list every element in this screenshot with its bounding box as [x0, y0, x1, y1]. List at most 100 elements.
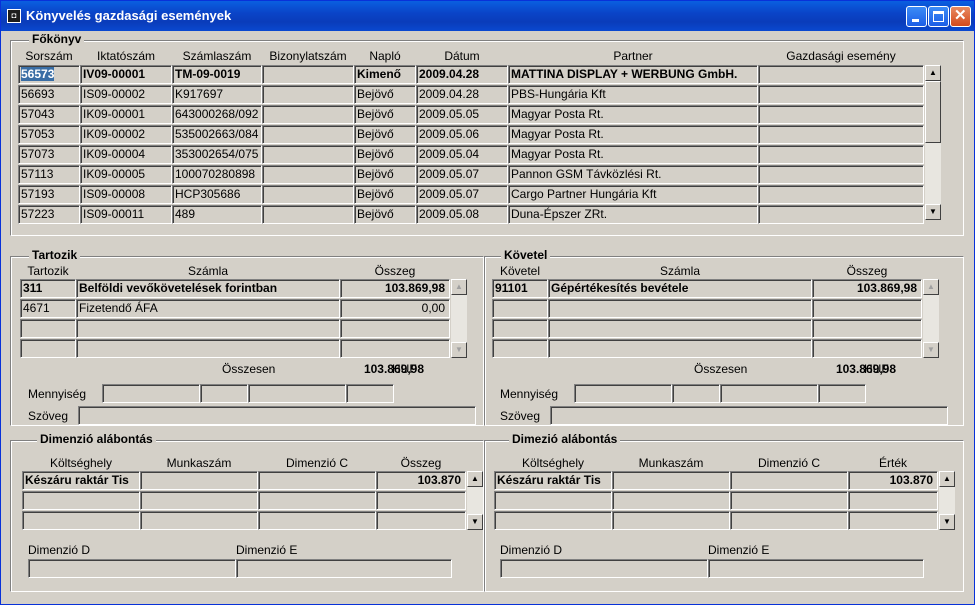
- scroll-down-icon[interactable]: ▼: [939, 514, 955, 530]
- tartozik-scrollbar[interactable]: ▲ ▼: [450, 279, 467, 358]
- kovetel-cell-osszeg[interactable]: [812, 339, 922, 358]
- fokonyv-cell-esemeny[interactable]: [758, 125, 924, 144]
- dim_right-cell-ertek[interactable]: [848, 511, 938, 530]
- fokonyv-cell-bizonylat[interactable]: [262, 125, 354, 144]
- fokonyv-cell-naplo[interactable]: Bejövő: [354, 85, 416, 104]
- fokonyv-cell-naplo[interactable]: Bejövő: [354, 165, 416, 184]
- fokonyv-cell-datum[interactable]: 2009.05.07: [416, 185, 508, 204]
- dim_left-cell-koltseghely[interactable]: [22, 491, 140, 510]
- close-button[interactable]: ✕: [950, 6, 971, 27]
- tartozik-cell-kod[interactable]: 4671: [20, 299, 76, 318]
- maximize-button[interactable]: [928, 6, 949, 27]
- fokonyv-cell-bizonylat[interactable]: [262, 185, 354, 204]
- tartozik-cell-kod[interactable]: [20, 339, 76, 358]
- oracle-forms-icon[interactable]: ◘: [7, 9, 21, 23]
- tartozik-cell-osszeg[interactable]: 103.869,98: [340, 279, 450, 298]
- fokonyv-cell-naplo[interactable]: Kimenő: [354, 65, 416, 84]
- fokonyv-cell-partner[interactable]: Magyar Posta Rt.: [508, 105, 758, 124]
- fokonyv-cell-esemeny[interactable]: [758, 65, 924, 84]
- kovetel-cell-szamla[interactable]: [548, 339, 812, 358]
- fokonyv-cell-partner[interactable]: Magyar Posta Rt.: [508, 145, 758, 164]
- fokonyv-cell-datum[interactable]: 2009.05.04: [416, 145, 508, 164]
- kovetel-cell-kod[interactable]: [492, 319, 548, 338]
- tartozik-mennyiseg-field[interactable]: [102, 384, 200, 403]
- dim_left-cell-ertek[interactable]: 103.870: [376, 471, 466, 490]
- fokonyv-cell-esemeny[interactable]: [758, 205, 924, 224]
- fokonyv-cell-iktato[interactable]: IK09-00005: [80, 165, 172, 184]
- fokonyv-cell-naplo[interactable]: Bejövő: [354, 185, 416, 204]
- dim_right-cell-koltseghely[interactable]: Készáru raktár Tis: [494, 471, 612, 490]
- fokonyv-cell-bizonylat[interactable]: [262, 205, 354, 224]
- fokonyv-cell-sorszam[interactable]: 56573: [18, 65, 80, 84]
- kovetel-cell-osszeg[interactable]: 103.869,98: [812, 279, 922, 298]
- kovetel-cell-szamla[interactable]: [548, 319, 812, 338]
- fokonyv-cell-iktato[interactable]: IK09-00004: [80, 145, 172, 164]
- fokonyv-cell-partner[interactable]: Cargo Partner Hungária Kft: [508, 185, 758, 204]
- fokonyv-cell-esemeny[interactable]: [758, 165, 924, 184]
- fokonyv-cell-sorszam[interactable]: 57073: [18, 145, 80, 164]
- dim_right-cell-dimc[interactable]: [730, 471, 848, 490]
- fokonyv-cell-naplo[interactable]: Bejövő: [354, 105, 416, 124]
- scroll-up-icon[interactable]: ▲: [939, 471, 955, 487]
- fokonyv-cell-esemeny[interactable]: [758, 185, 924, 204]
- fokonyv-cell-iktato[interactable]: IK09-00001: [80, 105, 172, 124]
- dim_left-dim-e-field[interactable]: [236, 559, 452, 578]
- dim_left-cell-munkaszam[interactable]: [140, 491, 258, 510]
- scroll-down-icon[interactable]: ▼: [451, 342, 467, 358]
- scroll-up-icon[interactable]: ▲: [451, 279, 467, 295]
- fokonyv-cell-sorszam[interactable]: 57113: [18, 165, 80, 184]
- kovetel-cell-kod[interactable]: [492, 339, 548, 358]
- scroll-down-icon[interactable]: ▼: [923, 342, 939, 358]
- tartozik-szoveg-field[interactable]: [78, 406, 476, 425]
- dim_left-cell-dimc[interactable]: [258, 471, 376, 490]
- scroll-down-icon[interactable]: ▼: [467, 514, 483, 530]
- kovetel-cell-osszeg[interactable]: [812, 319, 922, 338]
- tartozik-mennyiseg-field[interactable]: [200, 384, 248, 403]
- dim_left-cell-dimc[interactable]: [258, 491, 376, 510]
- tartozik-mennyiseg-field[interactable]: [248, 384, 346, 403]
- kovetel-mennyiseg-field[interactable]: [574, 384, 672, 403]
- kovetel-cell-osszeg[interactable]: [812, 299, 922, 318]
- dim_left-cell-koltseghely[interactable]: [22, 511, 140, 530]
- fokonyv-cell-iktato[interactable]: IS09-00008: [80, 185, 172, 204]
- scroll-up-icon[interactable]: ▲: [925, 65, 941, 81]
- fokonyv-cell-iktato[interactable]: IV09-00001: [80, 65, 172, 84]
- fokonyv-cell-bizonylat[interactable]: [262, 145, 354, 164]
- fokonyv-cell-sorszam[interactable]: 57043: [18, 105, 80, 124]
- fokonyv-cell-iktato[interactable]: IK09-00002: [80, 125, 172, 144]
- tartozik-cell-szamla[interactable]: [76, 339, 340, 358]
- dim_right-cell-ertek[interactable]: 103.870: [848, 471, 938, 490]
- dim_left-cell-koltseghely[interactable]: Készáru raktár Tis: [22, 471, 140, 490]
- fokonyv-cell-partner[interactable]: MATTINA DISPLAY + WERBUNG GmbH.: [508, 65, 758, 84]
- fokonyv-cell-sorszam[interactable]: 57223: [18, 205, 80, 224]
- dim_left-cell-ertek[interactable]: [376, 491, 466, 510]
- scroll-up-icon[interactable]: ▲: [467, 471, 483, 487]
- dim_left-cell-munkaszam[interactable]: [140, 471, 258, 490]
- fokonyv-cell-datum[interactable]: 2009.05.05: [416, 105, 508, 124]
- fokonyv-cell-partner[interactable]: Duna-Épszer ZRt.: [508, 205, 758, 224]
- tartozik-cell-osszeg[interactable]: [340, 319, 450, 338]
- fokonyv-cell-szamla[interactable]: 489: [172, 205, 262, 224]
- scroll-down-icon[interactable]: ▼: [925, 204, 941, 220]
- dim_right-cell-ertek[interactable]: [848, 491, 938, 510]
- kovetel-cell-kod[interactable]: [492, 299, 548, 318]
- selected-record[interactable]: 56573: [21, 67, 55, 81]
- fokonyv-scrollbar[interactable]: ▲ ▼: [924, 65, 941, 220]
- tartozik-cell-kod[interactable]: 311: [20, 279, 76, 298]
- kovetel-cell-kod[interactable]: 91101: [492, 279, 548, 298]
- kovetel-cell-szamla[interactable]: [548, 299, 812, 318]
- fokonyv-cell-szamla[interactable]: 100070280898: [172, 165, 262, 184]
- dim_left-cell-ertek[interactable]: [376, 511, 466, 530]
- scroll-up-icon[interactable]: ▲: [923, 279, 939, 295]
- dim_right-cell-dimc[interactable]: [730, 491, 848, 510]
- fokonyv-cell-szamla[interactable]: 535002663/084: [172, 125, 262, 144]
- fokonyv-cell-bizonylat[interactable]: [262, 85, 354, 104]
- tartozik-cell-osszeg[interactable]: 0,00: [340, 299, 450, 318]
- fokonyv-cell-sorszam[interactable]: 56693: [18, 85, 80, 104]
- fokonyv-cell-szamla[interactable]: 353002654/075: [172, 145, 262, 164]
- tartozik-cell-kod[interactable]: [20, 319, 76, 338]
- fokonyv-cell-esemeny[interactable]: [758, 105, 924, 124]
- fokonyv-cell-iktato[interactable]: IS09-00002: [80, 85, 172, 104]
- fokonyv-cell-szamla[interactable]: K917697: [172, 85, 262, 104]
- tartozik-cell-szamla[interactable]: Fizetendő ÁFA: [76, 299, 340, 318]
